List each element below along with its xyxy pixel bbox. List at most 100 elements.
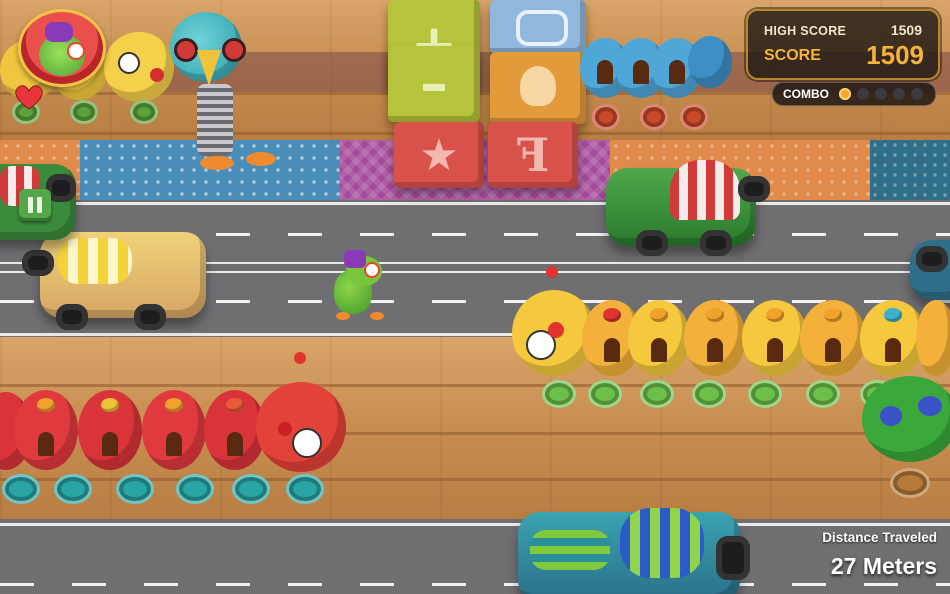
toy-block-hand <box>490 52 586 124</box>
toy-wheel <box>130 100 158 124</box>
frog-eye <box>364 262 380 278</box>
score-value: 1509 <box>866 40 924 70</box>
caterpillar-segment <box>14 390 78 470</box>
bird-foot <box>246 152 276 166</box>
block-hand-icon <box>520 66 556 106</box>
bird-eye <box>222 38 246 62</box>
segment-spot <box>766 308 784 322</box>
caterpillar-nose <box>150 68 164 82</box>
high-score-value: 1509 <box>890 22 922 38</box>
pause-icon <box>37 197 42 213</box>
portrait-hat <box>45 22 73 42</box>
car-seat-striped <box>620 508 704 578</box>
car-tire <box>738 176 770 202</box>
segment-door <box>38 432 54 456</box>
pause-button[interactable] <box>19 189 51 221</box>
bird-foot <box>200 156 234 170</box>
segment-door <box>227 432 243 456</box>
caterpillar-head <box>688 36 732 88</box>
segment-door <box>669 60 685 84</box>
block-glyph: – <box>420 51 448 117</box>
toy-wheel <box>70 100 98 124</box>
caterpillar-head <box>862 376 950 462</box>
car-tire <box>716 536 750 580</box>
segment-door <box>633 60 649 84</box>
road-edge-line <box>0 523 950 526</box>
frog-foot <box>336 312 350 320</box>
segment-door <box>767 338 783 362</box>
segment-spot <box>226 398 244 412</box>
segment-spot <box>101 398 119 412</box>
caterpillar-eye <box>118 52 140 74</box>
score-panel: HIGH SCORE 1509 SCORE 1509 <box>746 9 940 80</box>
toy-wheel <box>890 468 930 498</box>
car-seat-striped <box>670 160 740 220</box>
toy-block-car <box>490 0 586 54</box>
toy-wheel <box>542 380 576 408</box>
toy-wheel <box>116 474 154 504</box>
spring-coil <box>197 84 233 156</box>
segment-door <box>102 432 118 456</box>
caterpillar-nose <box>278 422 292 436</box>
car-tire <box>636 230 668 256</box>
car-hood-stripe <box>530 530 610 570</box>
distance-value: 27 Meters <box>830 553 937 579</box>
frog-hat <box>344 250 366 268</box>
caterpillar-segment <box>800 300 866 376</box>
toy-block-minus: – <box>388 46 480 122</box>
car-tire <box>916 246 948 272</box>
toy-wheel <box>2 474 40 504</box>
heart-icon <box>15 85 43 110</box>
segment-door <box>825 338 841 362</box>
caterpillar-segment <box>916 300 950 376</box>
segment-door <box>707 338 723 362</box>
segment-door <box>597 60 613 84</box>
segment-spot <box>824 308 842 322</box>
toy-block-star: ★ <box>394 122 484 188</box>
high-score-label: HIGH SCORE <box>764 24 847 38</box>
combo-dot <box>911 88 923 100</box>
caterpillar-antenna <box>294 352 306 364</box>
portrait-eye <box>67 42 85 60</box>
toy-wheel <box>588 380 622 408</box>
caterpillar-eye <box>292 428 322 458</box>
distance-label: Distance Traveled <box>822 530 937 545</box>
caterpillar-antenna <box>546 266 558 278</box>
segment-spot <box>603 308 621 322</box>
segment-spot <box>165 398 183 412</box>
combo-meter: COMBO <box>772 82 936 106</box>
road-edge-line <box>0 202 950 205</box>
combo-dot <box>875 88 887 100</box>
caterpillar-segment <box>742 300 808 376</box>
block-car-icon <box>516 10 568 46</box>
caterpillar-segment <box>142 390 206 470</box>
toy-wheel <box>640 104 668 130</box>
segment-spot <box>37 398 55 412</box>
lane-dash-line <box>0 583 950 586</box>
caterpillar-segment <box>628 300 690 376</box>
toy-block-letter: F <box>488 122 578 188</box>
frog-foot <box>370 312 384 320</box>
segment-spot <box>884 308 902 322</box>
toy-wheel <box>680 104 708 130</box>
segment-door <box>166 432 182 456</box>
bird-beak <box>197 50 221 86</box>
caterpillar-spot <box>880 406 902 426</box>
block-glyph: ★ <box>419 129 459 181</box>
toy-wheel <box>640 380 674 408</box>
toy-wheel <box>806 380 840 408</box>
bird-eye <box>174 38 198 62</box>
toy-wheel <box>54 474 92 504</box>
combo-label: COMBO <box>783 87 829 101</box>
toy-wheel <box>692 380 726 408</box>
caterpillar-head <box>256 382 346 472</box>
player-portrait <box>18 9 106 87</box>
toy-wheel <box>286 474 324 504</box>
segment-door <box>885 338 901 362</box>
caterpillar-segment <box>684 300 746 376</box>
score-label: SCORE <box>764 47 821 64</box>
toy-wheel <box>232 474 270 504</box>
segment-spot <box>706 308 724 322</box>
car-tire <box>22 250 54 276</box>
toy-wheel <box>592 104 620 130</box>
